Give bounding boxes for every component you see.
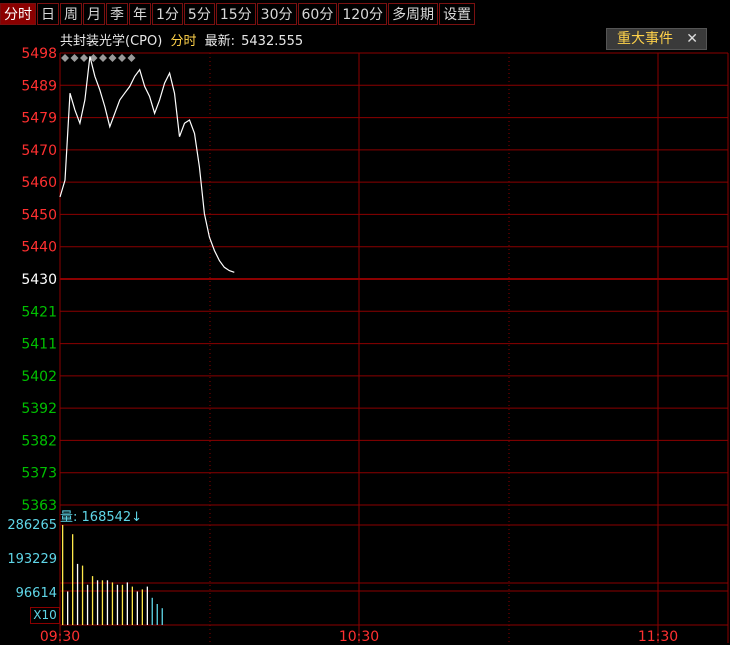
volume-bar xyxy=(146,586,148,625)
volume-bar xyxy=(67,591,69,625)
price-axis-label: 5430 xyxy=(21,272,57,288)
time-axis-label: 09:30 xyxy=(40,629,80,645)
price-axis-label: 5479 xyxy=(21,111,57,127)
event-markers xyxy=(61,54,136,62)
volume-bar xyxy=(121,584,124,625)
price-axis-label: 5460 xyxy=(21,175,57,191)
price-axis-label: 5402 xyxy=(21,369,57,385)
price-axis-label: 5382 xyxy=(21,433,57,449)
volume-bar xyxy=(76,563,79,625)
volume-bar xyxy=(126,582,128,625)
time-axis-label: 10:30 xyxy=(339,629,379,645)
event-marker-icon xyxy=(70,54,79,62)
volume-bar xyxy=(86,584,89,625)
volume-axis-label: 96614 xyxy=(16,586,57,601)
event-marker-icon xyxy=(108,54,117,62)
volume-axis-label: 286265 xyxy=(7,518,57,533)
volume-bar xyxy=(136,591,138,625)
time-axis: 09:30 10:30 11:30 xyxy=(40,629,678,645)
volume-bars xyxy=(62,525,163,625)
volume-bar xyxy=(111,582,114,625)
volume-label: 量: xyxy=(60,510,78,525)
intraday-chart[interactable]: 5498 5489 5479 5470 5460 5450 5440 5430 5421 5411… xyxy=(0,0,730,645)
volume-bar xyxy=(106,580,109,625)
volume-bar xyxy=(156,604,158,625)
price-axis-label: 5373 xyxy=(21,466,57,482)
volume-bar xyxy=(161,608,163,625)
event-marker-icon xyxy=(80,54,88,62)
price-line xyxy=(59,56,235,273)
volume-bar xyxy=(96,580,99,625)
volume-axis-label: 193229 xyxy=(7,552,57,567)
volume-scale-button[interactable]: X10 xyxy=(30,607,60,624)
volume-bar xyxy=(62,525,64,625)
volume-bar xyxy=(91,576,94,625)
volume-header: 量: 168542↓ xyxy=(60,506,142,525)
price-axis-label: 5450 xyxy=(21,207,57,223)
price-axis: 5498 5489 5479 5470 5460 5450 5440 5430 5421 5411… xyxy=(21,46,57,514)
price-axis-label: 5392 xyxy=(21,401,57,417)
volume-bar xyxy=(141,589,143,625)
event-marker-icon xyxy=(99,54,107,62)
price-axis-label: 5489 xyxy=(21,78,57,94)
price-axis-label: 5470 xyxy=(21,143,57,159)
volume-bar xyxy=(72,534,74,625)
volume-bar xyxy=(151,597,153,625)
price-axis-label: 5411 xyxy=(21,337,57,353)
volume-bar xyxy=(81,565,84,625)
chart-grid xyxy=(59,52,729,643)
price-axis-label: 5440 xyxy=(21,240,57,256)
event-marker-icon xyxy=(118,54,126,62)
down-arrow-icon: ↓ xyxy=(131,510,143,525)
volume-bar xyxy=(131,586,133,625)
volume-bar xyxy=(101,580,104,625)
volume-axis: 286265 193229 96614 xyxy=(7,518,57,601)
event-marker-icon xyxy=(127,54,136,62)
price-axis-label: 5498 xyxy=(21,46,57,62)
event-marker-icon xyxy=(61,54,69,62)
volume-value: 168542 xyxy=(81,510,132,525)
price-axis-label: 5363 xyxy=(21,498,57,514)
volume-bar xyxy=(116,584,119,625)
time-axis-label: 11:30 xyxy=(638,629,678,645)
price-axis-label: 5421 xyxy=(21,304,57,320)
